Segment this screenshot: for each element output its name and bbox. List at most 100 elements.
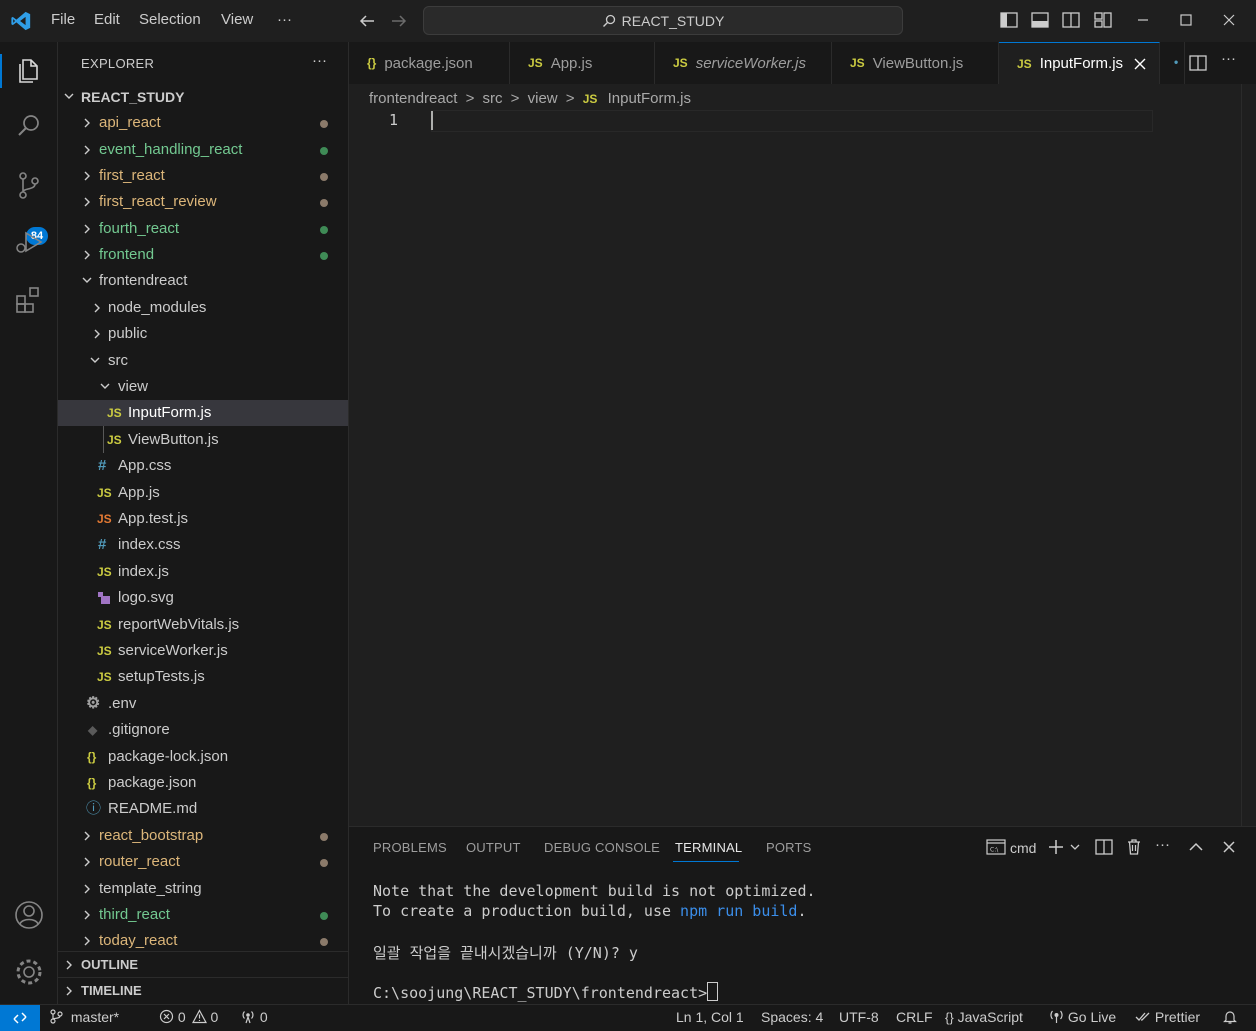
panel-more-icon[interactable]: ··· xyxy=(1155,836,1170,853)
tree-file-env[interactable]: ⚙ .env xyxy=(58,691,348,717)
tree-file-index-css[interactable]: # index.css xyxy=(58,532,348,558)
panel-tab-problems[interactable]: PROBLEMS xyxy=(373,840,447,855)
editor-more-actions-icon[interactable]: ··· xyxy=(1221,50,1236,67)
panel-tab-output[interactable]: OUTPUT xyxy=(466,840,521,855)
tree-folder-node-modules[interactable]: node_modules xyxy=(58,295,348,321)
tree-file-app-js[interactable]: JS App.js xyxy=(58,480,348,506)
breadcrumb-item[interactable]: view xyxy=(528,90,558,107)
tree-folder-frontendreact[interactable]: frontendreact xyxy=(58,268,348,294)
tree-label: package.json xyxy=(108,774,197,791)
panel-tab-terminal[interactable]: TERMINAL xyxy=(675,840,742,855)
panel-tab-ports[interactable]: PORTS xyxy=(766,840,812,855)
terminal-prompt-line[interactable]: C:\soojung\REACT_STUDY\frontendreact> xyxy=(373,982,719,1002)
editor-scrollbar[interactable] xyxy=(1241,84,1256,826)
go-live-status[interactable]: Go Live xyxy=(1049,1009,1116,1025)
toggle-secondary-sidebar-icon[interactable] xyxy=(1061,10,1083,32)
prettier-status[interactable]: Prettier xyxy=(1135,1009,1200,1025)
menu-more[interactable]: ··· xyxy=(277,11,292,28)
tree-file-package-lock-json[interactable]: {} package-lock.json xyxy=(58,744,348,770)
search-icon[interactable] xyxy=(12,109,46,143)
tree-file-reportwebvitals-js[interactable]: JS reportWebVitals.js xyxy=(58,612,348,638)
timeline-section-header[interactable]: TIMELINE xyxy=(58,977,348,1004)
eol-status[interactable]: CRLF xyxy=(896,1009,933,1025)
toggle-panel-icon[interactable] xyxy=(1030,10,1052,32)
extensions-icon[interactable] xyxy=(12,283,46,317)
tree-file-setuptests-js[interactable]: JS setupTests.js xyxy=(58,664,348,690)
tree-folder-first-react-review[interactable]: first_react_review xyxy=(58,189,348,215)
tree-file-inputform-js[interactable]: JS InputForm.js xyxy=(58,400,348,426)
tree-folder-api-react[interactable]: api_react xyxy=(58,110,348,136)
breadcrumb-item[interactable]: frontendreact xyxy=(369,90,457,107)
minimize-icon[interactable] xyxy=(1133,10,1155,32)
menu-view[interactable]: View xyxy=(221,11,253,28)
tree-folder-public[interactable]: public xyxy=(58,321,348,347)
explorer-icon[interactable] xyxy=(12,52,46,86)
tree-folder-react-bootstrap[interactable]: react_bootstrap xyxy=(58,823,348,849)
tree-folder-view[interactable]: view xyxy=(58,374,348,400)
tree-folder-event-handling-react[interactable]: event_handling_react xyxy=(58,137,348,163)
tree-file-gitignore[interactable]: ◆ .gitignore xyxy=(58,717,348,743)
ports-status[interactable]: 0 xyxy=(240,1009,268,1025)
tab-serviceworker-js[interactable]: JS serviceWorker.js xyxy=(655,42,832,84)
notifications-bell-icon[interactable] xyxy=(1222,1009,1238,1025)
tree-file-serviceworker-js[interactable]: JS serviceWorker.js xyxy=(58,638,348,664)
menu-edit[interactable]: Edit xyxy=(94,11,120,28)
outline-section-header[interactable]: OUTLINE xyxy=(58,951,348,978)
tree-folder-src[interactable]: src xyxy=(58,348,348,374)
js-file-icon: JS xyxy=(97,670,112,684)
indentation-status[interactable]: Spaces: 4 xyxy=(761,1009,823,1025)
tree-file-readme-md[interactable]: ⓘ README.md xyxy=(58,796,348,822)
toggle-primary-sidebar-icon[interactable] xyxy=(999,10,1021,32)
problems-status[interactable]: 0 0 xyxy=(159,1009,218,1025)
tree-file-viewbutton-js[interactable]: JS ViewButton.js xyxy=(58,427,348,453)
tab-package-json[interactable]: {} package.json xyxy=(349,42,510,84)
tree-file-app-css[interactable]: # App.css xyxy=(58,453,348,479)
source-control-icon[interactable] xyxy=(12,168,46,202)
breadcrumb-item[interactable]: InputForm.js xyxy=(608,90,691,107)
tree-file-app-test-js[interactable]: JS App.test.js xyxy=(58,506,348,532)
terminal-shell-label[interactable]: cmd xyxy=(1010,840,1036,856)
editor-area[interactable]: frontendreact > src > view > JS InputFor… xyxy=(349,84,1256,826)
split-editor-icon[interactable] xyxy=(1189,54,1207,72)
manage-gear-icon[interactable] xyxy=(12,955,46,989)
accounts-icon[interactable] xyxy=(12,898,46,932)
remote-indicator[interactable] xyxy=(0,1005,40,1031)
workspace-header[interactable]: REACT_STUDY xyxy=(58,84,348,110)
tree-file-index-js[interactable]: JS index.js xyxy=(58,559,348,585)
branch-status[interactable]: master* xyxy=(49,1009,119,1025)
cursor-position[interactable]: Ln 1, Col 1 xyxy=(676,1009,744,1025)
menu-file[interactable]: File xyxy=(51,11,75,28)
language-status[interactable]: {} JavaScript xyxy=(945,1009,1023,1025)
split-terminal-icon[interactable] xyxy=(1095,838,1113,856)
trash-icon[interactable] xyxy=(1125,838,1143,856)
terminal-shell-icon[interactable]: C:\ xyxy=(986,838,1006,856)
tree-folder-third-react[interactable]: third_react xyxy=(58,902,348,928)
close-panel-icon[interactable] xyxy=(1220,838,1238,856)
close-tab-icon[interactable] xyxy=(1133,57,1147,71)
command-center-search[interactable]: REACT_STUDY xyxy=(423,6,903,35)
tree-folder-frontend[interactable]: frontend xyxy=(58,242,348,268)
close-window-icon[interactable] xyxy=(1219,10,1241,32)
tree-file-package-json[interactable]: {} package.json xyxy=(58,770,348,796)
back-arrow-icon[interactable] xyxy=(358,12,376,30)
panel-tab-debug-console[interactable]: DEBUG CONSOLE xyxy=(544,840,660,855)
tree-folder-template-string[interactable]: template_string xyxy=(58,876,348,902)
tree-folder-router-react[interactable]: router_react xyxy=(58,849,348,875)
explorer-more-button[interactable]: ··· xyxy=(312,52,327,69)
maximize-panel-chevron-up-icon[interactable] xyxy=(1187,838,1205,856)
menu-selection[interactable]: Selection xyxy=(139,11,201,28)
tree-folder-fourth-react[interactable]: fourth_react xyxy=(58,216,348,242)
encoding-status[interactable]: UTF-8 xyxy=(839,1009,879,1025)
customize-layout-icon[interactable] xyxy=(1093,10,1115,32)
breadcrumb-item[interactable]: src xyxy=(483,90,503,107)
tab-inputform-js[interactable]: JS InputForm.js xyxy=(999,42,1160,84)
run-debug-icon[interactable] xyxy=(12,224,46,258)
tab-overflow[interactable]: • xyxy=(1160,42,1185,84)
maximize-icon[interactable] xyxy=(1176,10,1198,32)
tab-app-js[interactable]: JS App.js xyxy=(510,42,655,84)
tree-file-logo-svg[interactable]: logo.svg xyxy=(58,585,348,611)
tree-folder-first-react[interactable]: first_react xyxy=(58,163,348,189)
forward-arrow-icon[interactable] xyxy=(390,12,408,30)
tab-viewbutton-js[interactable]: JS ViewButton.js xyxy=(832,42,999,84)
new-terminal-icon[interactable] xyxy=(1046,838,1082,856)
